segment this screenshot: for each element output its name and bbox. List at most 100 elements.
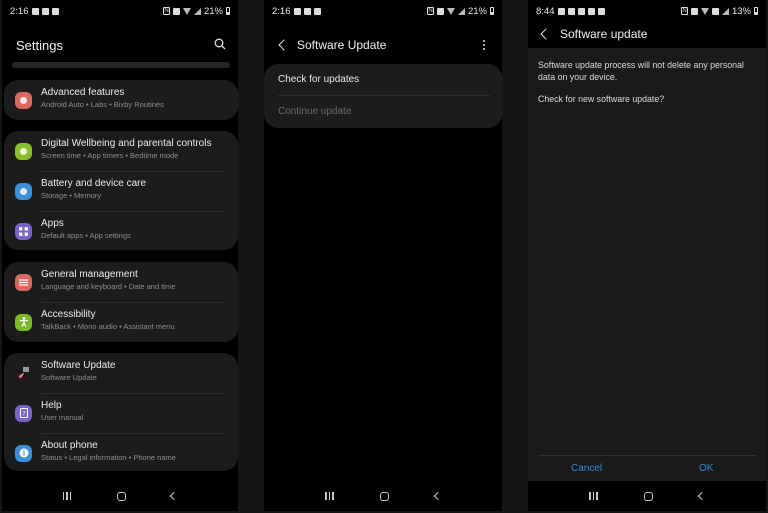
home-icon[interactable] [643,491,653,501]
divider [278,95,490,96]
home-icon[interactable] [379,491,389,501]
settings-item-apps[interactable]: Apps Default apps • App settings [4,211,238,251]
settings-group-2: Digital Wellbeing and parental controls … [4,131,238,250]
gallery-notification-icon [293,7,301,15]
status-time: 8:44 [536,5,555,17]
item-subtitle: Android Auto • Labs • Bixby Routines [41,100,164,109]
status-time: 2:16 [272,5,291,17]
settings-item-general-management[interactable]: General management Language and keyboard… [4,262,238,302]
item-subtitle: Status • Legal information • Phone name [41,453,176,462]
item-subtitle: Default apps • App settings [41,231,131,240]
gallery-notification-icon [31,7,39,15]
signal-icon [721,7,729,15]
software-update-dialog-screen: 8:44 N 13% Software update Software upda… [528,0,766,511]
status-bar: 8:44 N 13% [528,0,766,22]
question-text: Check for new software update? [538,94,665,104]
notification-icon [557,7,565,15]
recents-icon[interactable] [325,492,334,500]
back-arrow-icon[interactable] [278,39,290,51]
settings-group-4: Software Update Software Update ? Help U… [4,353,238,471]
item-title: Accessibility [41,309,96,320]
search-bar-edge[interactable] [12,62,230,68]
back-arrow-icon[interactable] [540,28,552,40]
back-icon[interactable] [433,491,443,501]
item-title: Digital Wellbeing and parental controls [41,138,212,149]
settings-group-3: General management Language and keyboard… [4,262,238,342]
download-notification-icon [587,7,595,15]
recents-icon[interactable] [589,492,598,500]
alarm-icon [690,7,698,15]
settings-item-battery-device-care[interactable]: Battery and device care Storage • Memory [4,171,238,211]
battery-icon [226,7,230,15]
item-title: Help [41,400,62,411]
battery-percent: 21% [203,5,223,17]
app-notification-icon [577,7,585,15]
sliders-icon [15,273,32,291]
divider [41,171,224,172]
dialog-message: Software update process will not delete … [538,59,754,105]
accessibility-icon [15,313,32,331]
nfc-icon: N [162,7,170,15]
item-title: Apps [41,218,64,229]
software-update-icon [15,365,32,382]
back-icon[interactable] [697,491,707,501]
signal-icon [457,7,465,15]
home-icon[interactable] [116,491,126,501]
settings-item-about-phone[interactable]: About phone Status • Legal information •… [4,433,238,473]
more-options-icon[interactable] [483,40,486,50]
page-title: Software Update [297,38,387,52]
item-subtitle: TalkBack • Mono audio • Assistant menu [41,322,175,331]
divider [41,393,224,394]
help-icon: ? [15,404,32,422]
wellbeing-icon [15,142,32,160]
status-bar: 2:16 N 21% [2,0,238,22]
header: 8:44 N 13% Software update [528,0,766,48]
item-subtitle: Language and keyboard • Date and time [41,282,176,291]
page-title: Software update [560,27,648,41]
settings-item-advanced-features[interactable]: Advanced features Android Auto • Labs • … [4,80,238,120]
wifi-calling-icon [711,7,719,15]
cancel-button[interactable]: Cancel [571,463,602,474]
page-title: Settings [16,38,63,53]
wifi-icon [182,7,191,15]
info-icon [15,444,32,462]
back-icon[interactable] [170,491,179,501]
settings-item-software-update[interactable]: Software Update Software Update [4,353,238,393]
cloud-icon [597,7,605,15]
nfc-icon: N [426,7,434,15]
item-title: About phone [41,440,98,451]
search-icon[interactable] [214,38,226,50]
missed-call-icon [303,7,311,15]
message-text: Software update process will not delete … [538,60,744,82]
alarm-icon [172,7,180,15]
settings-item-accessibility[interactable]: Accessibility TalkBack • Mono audio • As… [4,302,238,342]
navigation-bar [2,481,238,511]
item-title: Advanced features [41,87,125,98]
check-for-updates-item[interactable]: Check for updates [278,74,359,85]
alarm-icon [436,7,444,15]
ok-button[interactable]: OK [699,463,713,474]
recents-icon[interactable] [62,492,72,500]
item-title: Battery and device care [41,178,147,189]
signal-icon [193,7,201,15]
wifi-icon [700,7,709,15]
navigation-bar [528,481,766,511]
settings-item-help[interactable]: ? Help User manual [4,393,238,433]
settings-group-1: Advanced features Android Auto • Labs • … [4,80,238,120]
settings-item-digital-wellbeing[interactable]: Digital Wellbeing and parental controls … [4,131,238,171]
apps-grid-icon [15,222,32,240]
update-options-card: Check for updates Continue update [264,64,502,128]
item-subtitle: Software Update [41,373,97,382]
battery-icon [490,7,494,15]
device-care-icon [15,182,32,200]
item-subtitle: Screen time • App timers • Bedtime mode [41,151,179,160]
divider [41,211,224,212]
software-update-screen: 2:16 N 21% Software Update Check for upd… [264,0,502,511]
battery-icon [754,7,758,15]
item-title: General management [41,269,138,280]
wifi-icon [446,7,455,15]
settings-screen: 2:16 N 21% Settings Advanced features An… [2,0,238,511]
continue-update-item: Continue update [278,106,352,117]
item-subtitle: User manual [41,413,84,422]
svg-text:?: ? [22,411,25,418]
